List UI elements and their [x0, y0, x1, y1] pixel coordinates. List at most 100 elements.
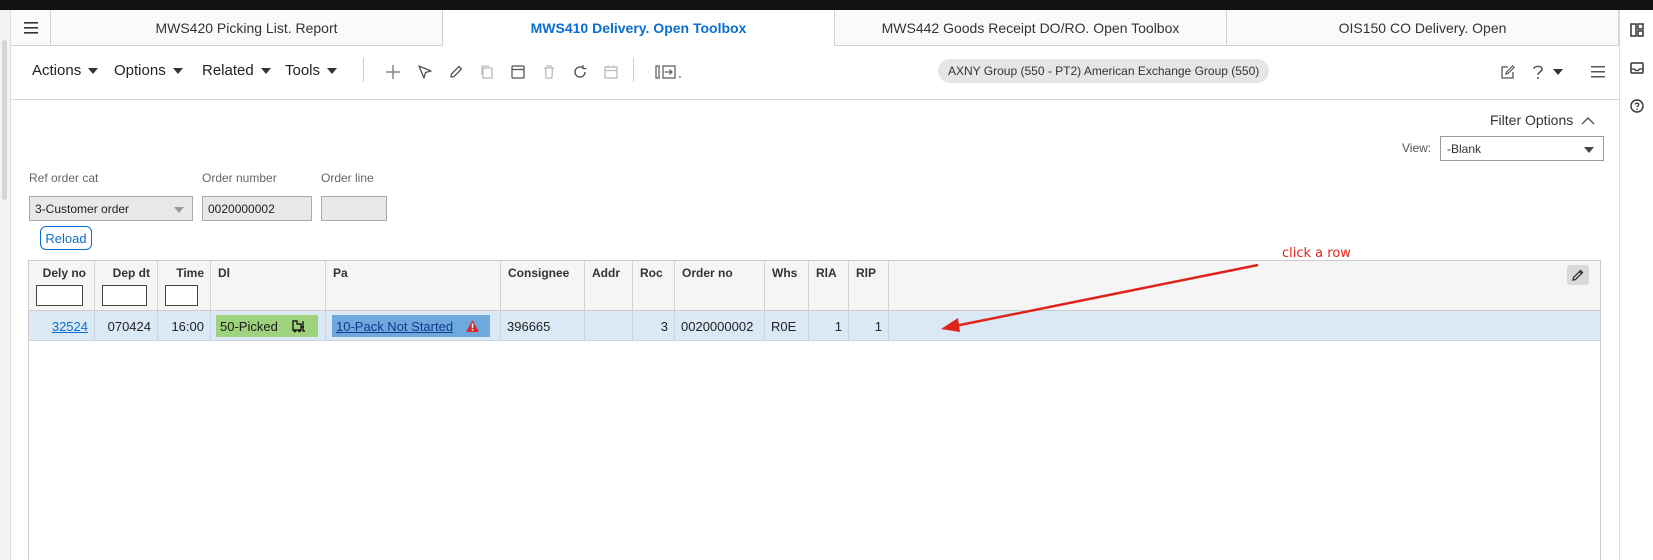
column-rlp[interactable]: RlP: [849, 261, 889, 311]
pencil-icon[interactable]: [447, 63, 465, 81]
column-title: Whs: [772, 266, 798, 280]
column-dely-no[interactable]: Dely no: [29, 261, 95, 311]
chevron-down-icon: [327, 67, 338, 74]
cell-time: 16:00: [158, 311, 211, 341]
time-filter[interactable]: [165, 285, 198, 306]
cell-addr: [585, 311, 633, 341]
tab-mws442[interactable]: MWS442 Goods Receipt DO/RO. Open Toolbox: [835, 10, 1227, 46]
toolbar: Actions Options Related Tools AXNY Group…: [11, 46, 1619, 100]
cell-roc: 3: [633, 311, 675, 341]
cell-dely-no[interactable]: 32524: [29, 311, 95, 341]
toolbar-separator: [633, 58, 634, 82]
annotation-text: click a row: [1282, 246, 1351, 261]
company-badge[interactable]: AXNY Group (550 - PT2) American Exchange…: [938, 59, 1270, 83]
column-title: Addr: [592, 266, 620, 280]
order-line-label: Order line: [321, 171, 374, 185]
cell-dep-dt: 070424: [95, 311, 158, 341]
panels-icon[interactable]: [1629, 22, 1645, 38]
filter-options-toggle[interactable]: Filter Options: [1490, 112, 1595, 128]
dely-no-link[interactable]: 32524: [52, 319, 88, 334]
grid-header: Dely no Dep dt Time Dl Pa Consignee Addr…: [29, 261, 1600, 311]
ref-order-cat-value: 3-Customer order: [35, 201, 130, 216]
left-scroll-gutter[interactable]: [0, 10, 11, 560]
options-menu[interactable]: Options: [114, 62, 183, 79]
cell-order-no: 0020000002: [675, 311, 765, 341]
help-icon[interactable]: [1531, 63, 1567, 81]
column-title: Dl: [218, 266, 230, 280]
plus-icon[interactable]: [384, 63, 402, 81]
related-menu[interactable]: Related: [202, 62, 271, 79]
cell-pa[interactable]: 10-Pack Not Started: [326, 311, 501, 341]
status-dl-badge: 50-Picked: [216, 315, 318, 337]
column-order-no[interactable]: Order no: [675, 261, 765, 311]
status-pa-badge[interactable]: 10-Pack Not Started: [332, 315, 490, 337]
bracket-arrow-icon[interactable]: [655, 63, 685, 81]
chevron-down-icon: [260, 67, 271, 74]
order-number-label: Order number: [202, 171, 277, 185]
edit-square-icon[interactable]: [1499, 63, 1517, 81]
column-rla[interactable]: RlA: [809, 261, 849, 311]
tab-menu-button[interactable]: [11, 10, 51, 46]
column-dep-dt[interactable]: Dep dt: [95, 261, 158, 311]
inbox-icon[interactable]: [1629, 60, 1645, 76]
view-select-value: -Blank: [1447, 141, 1482, 156]
column-dl[interactable]: Dl: [211, 261, 326, 311]
column-title: RlA: [816, 266, 837, 280]
related-label: Related: [202, 62, 254, 79]
tab-mws410[interactable]: MWS410 Delivery. Open Toolbox: [443, 10, 835, 46]
help-circle-icon[interactable]: [1629, 98, 1645, 114]
cell-rla: 1: [809, 311, 849, 341]
chevron-down-icon: [1584, 147, 1594, 153]
status-pa-link[interactable]: 10-Pack Not Started: [336, 319, 453, 334]
column-time[interactable]: Time: [158, 261, 211, 311]
reload-button[interactable]: Reload: [40, 226, 92, 250]
order-number-value: 0020000002: [208, 201, 275, 216]
column-addr[interactable]: Addr: [585, 261, 633, 311]
hamburger-icon: [23, 22, 38, 34]
toolbar-separator: [363, 58, 364, 82]
column-consignee[interactable]: Consignee: [501, 261, 585, 311]
hamburger-icon[interactable]: [1589, 63, 1607, 81]
trash-icon[interactable]: [540, 63, 558, 81]
cell-rlp: 1: [849, 311, 889, 341]
filter-options-label: Filter Options: [1490, 112, 1574, 128]
tab-ois150[interactable]: OIS150 CO Delivery. Open: [1227, 10, 1619, 46]
copy-icon[interactable]: [478, 63, 496, 81]
view-select[interactable]: -Blank: [1440, 136, 1604, 161]
ref-order-cat-label: Ref order cat: [29, 171, 99, 185]
dely-no-filter[interactable]: [36, 285, 83, 306]
column-title: Order no: [682, 266, 733, 280]
actions-menu[interactable]: Actions: [32, 62, 99, 79]
cell-consignee: 396665: [501, 311, 585, 341]
top-black-bar: [0, 0, 1653, 10]
display-icon[interactable]: [509, 63, 527, 81]
refresh-icon[interactable]: [571, 63, 589, 81]
chevron-down-icon: [88, 67, 99, 74]
column-title: Dely no: [42, 266, 86, 280]
calendar-icon[interactable]: [602, 63, 620, 81]
view-label: View:: [1402, 141, 1432, 155]
order-number-field[interactable]: 0020000002: [202, 196, 312, 221]
column-title: Pa: [333, 266, 348, 280]
order-line-field[interactable]: [321, 196, 387, 221]
pencil-icon: [1572, 269, 1584, 281]
chevron-down-icon: [174, 207, 184, 213]
tab-mws420[interactable]: MWS420 Picking List. Report: [51, 10, 443, 46]
scroll-thumb[interactable]: [2, 40, 7, 200]
column-title: Time: [176, 266, 204, 280]
tools-label: Tools: [285, 62, 321, 79]
right-rail: [1619, 10, 1653, 560]
column-pa[interactable]: Pa: [326, 261, 501, 311]
edit-grid-button[interactable]: [1567, 265, 1589, 285]
column-whs[interactable]: Whs: [765, 261, 809, 311]
tools-menu[interactable]: Tools: [285, 62, 338, 79]
pointer-icon[interactable]: [416, 63, 434, 81]
column-title: RlP: [856, 266, 877, 280]
dep-dt-filter[interactable]: [102, 285, 147, 306]
chevron-down-icon: [172, 67, 183, 74]
column-title: Consignee: [508, 266, 570, 280]
column-roc[interactable]: Roc: [633, 261, 675, 311]
table-row[interactable]: 32524 070424 16:00 50-Picked 10-Pack Not…: [29, 311, 1600, 341]
column-title: Dep dt: [112, 266, 150, 280]
ref-order-cat-select[interactable]: 3-Customer order: [29, 196, 193, 221]
